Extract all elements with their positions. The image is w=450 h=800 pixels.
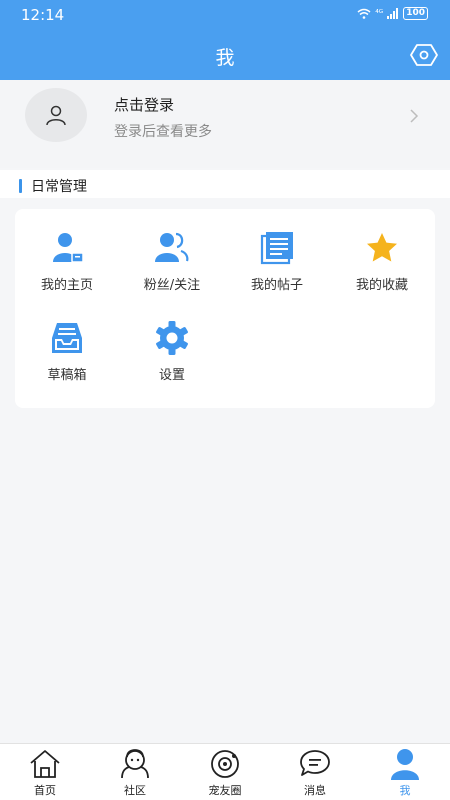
grid-item-label: 我的收藏 <box>355 278 408 293</box>
grid-item-label: 设置 <box>158 368 185 383</box>
tab-home[interactable]: 首页 <box>0 748 90 798</box>
community-icon <box>121 749 149 779</box>
grid-item-fans-follow[interactable]: 粉丝/关注 <box>120 230 224 293</box>
grid-item-favorites[interactable]: 我的收藏 <box>330 230 434 293</box>
users-icon <box>155 232 189 262</box>
bottom-tab-bar: 首页 社区 宠友圈 消息 我 <box>0 743 450 800</box>
grid-item-my-home[interactable]: 我的主页 <box>15 230 119 293</box>
tab-pet-circle[interactable]: 宠友圈 <box>180 748 270 798</box>
grid-item-my-posts[interactable]: 我的帖子 <box>225 230 329 293</box>
tab-messages[interactable]: 消息 <box>270 748 360 798</box>
status-icons: ⁴ᴳ 100 <box>357 7 428 20</box>
tab-label: 消息 <box>304 784 326 797</box>
document-icon <box>260 232 293 265</box>
battery-icon: 100 <box>403 7 428 20</box>
avatar[interactable] <box>25 88 87 142</box>
home-icon <box>30 750 60 778</box>
tab-label: 我 <box>399 784 411 797</box>
user-home-icon <box>53 233 84 263</box>
page-title: 我 <box>215 47 235 69</box>
section-accent-bar <box>19 179 22 193</box>
inbox-icon <box>52 323 82 353</box>
pet-circle-icon <box>211 750 239 778</box>
grid-item-label: 粉丝/关注 <box>143 278 201 293</box>
network-type: ⁴ᴳ <box>375 8 384 19</box>
profile-icon <box>391 749 419 780</box>
message-icon <box>300 750 330 776</box>
tab-label: 社区 <box>124 784 146 797</box>
chevron-right-icon <box>410 109 419 123</box>
star-icon <box>367 233 397 262</box>
signal-icon <box>387 8 399 19</box>
grid-item-settings[interactable]: 设置 <box>120 320 224 383</box>
login-title[interactable]: 点击登录 <box>114 94 174 115</box>
grid-item-label: 草稿箱 <box>47 368 87 383</box>
status-bar: 12:14 ⁴ᴳ 100 <box>0 0 450 30</box>
tab-community[interactable]: 社区 <box>90 748 180 798</box>
grid-item-drafts[interactable]: 草稿箱 <box>15 320 119 383</box>
grid-item-label: 我的主页 <box>40 278 93 293</box>
user-icon <box>46 105 66 126</box>
section-header: 日常管理 <box>0 170 450 198</box>
top-app-bar: 12:14 ⁴ᴳ 100 我 <box>0 0 450 80</box>
grid-item-label: 我的帖子 <box>250 278 303 293</box>
section-title: 日常管理 <box>31 179 87 195</box>
login-subtitle: 登录后查看更多 <box>114 124 212 140</box>
status-time: 12:14 <box>21 6 65 24</box>
tab-label: 宠友圈 <box>208 784 242 797</box>
settings-hexagon-icon[interactable] <box>410 43 438 67</box>
tab-me[interactable]: 我 <box>360 748 450 798</box>
gear-icon <box>156 321 188 355</box>
login-profile-row[interactable]: 点击登录 登录后查看更多 <box>0 80 450 168</box>
wifi-icon <box>357 8 371 19</box>
management-grid: 我的主页 粉丝/关注 我的帖子 我的收藏 草稿箱 设置 <box>15 209 435 408</box>
tab-label: 首页 <box>34 784 56 797</box>
